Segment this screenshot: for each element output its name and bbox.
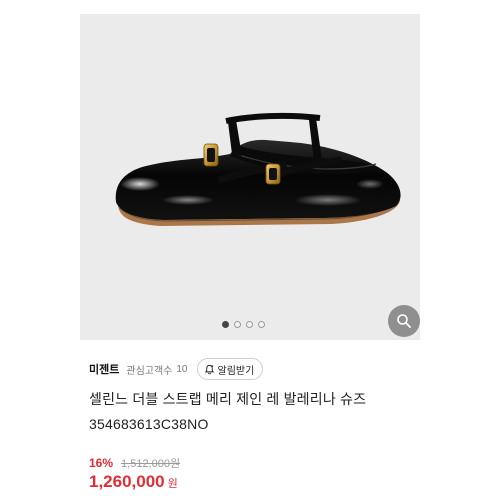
image-pagination <box>222 321 265 328</box>
pagination-dot[interactable] <box>222 321 229 328</box>
right-margin <box>420 0 500 500</box>
brand-row: 미젠트 관심고객수 10 알림받기 <box>89 358 264 380</box>
notify-label: 알림받기 <box>217 365 255 377</box>
followers-count: 10 <box>176 363 188 375</box>
left-margin <box>0 0 80 500</box>
sale-price-row: 1,260,000 원 <box>89 472 178 492</box>
price-row: 16% 1,512,000원 <box>89 455 180 471</box>
pagination-dot[interactable] <box>234 321 241 328</box>
pagination-dot[interactable] <box>258 321 265 328</box>
product-image <box>115 112 401 226</box>
magnifier-icon <box>397 314 411 328</box>
pagination-dot[interactable] <box>246 321 253 328</box>
product-title: 셀린느 더블 스트랩 메리 제인 레 발레리나 슈즈 <box>89 391 367 407</box>
sale-price: 1,260,000 <box>89 472 165 491</box>
bell-icon <box>204 364 214 374</box>
product-code: 354683613C38NO <box>89 416 209 432</box>
zoom-button[interactable] <box>388 305 420 337</box>
brand-name[interactable]: 미젠트 <box>89 361 119 377</box>
notify-button[interactable]: 알림받기 <box>196 358 264 380</box>
currency-unit: 원 <box>167 478 178 490</box>
followers-label: 관심고객수 <box>126 365 173 377</box>
discount-rate: 16% <box>89 456 114 470</box>
product-image-gallery[interactable] <box>80 14 420 340</box>
original-price: 1,512,000원 <box>121 458 181 470</box>
